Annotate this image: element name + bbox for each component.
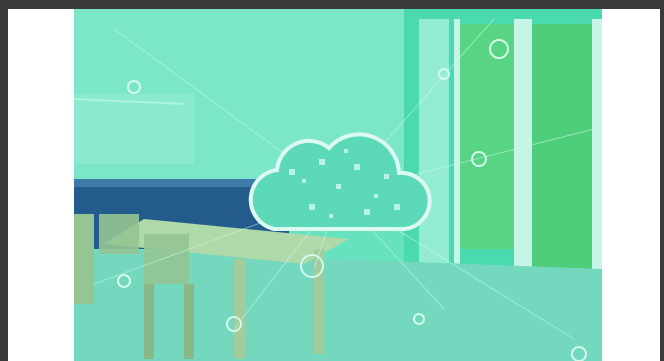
smart-home-photo xyxy=(74,9,602,361)
photo-scene xyxy=(74,9,602,361)
viewer-top-bar xyxy=(0,0,664,9)
color-tint xyxy=(74,9,602,361)
